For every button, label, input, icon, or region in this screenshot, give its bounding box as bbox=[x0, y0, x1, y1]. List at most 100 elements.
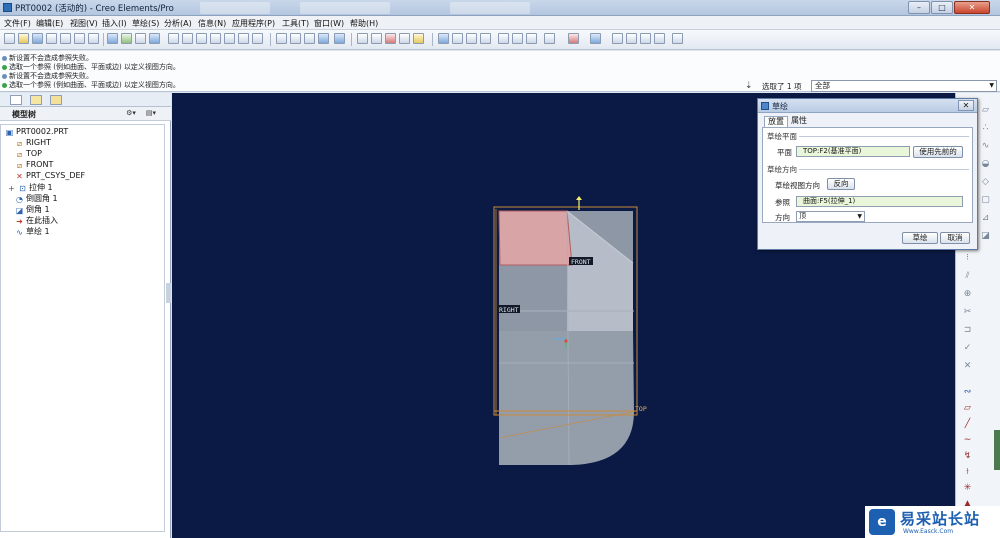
draft-tool-icon[interactable]: ⊿ bbox=[980, 213, 991, 224]
annotations-icon[interactable] bbox=[413, 33, 424, 44]
folder-browser-tab[interactable] bbox=[30, 95, 42, 105]
trim-tool-icon[interactable]: ✂ bbox=[962, 307, 973, 318]
tree-item-top[interactable]: ⧄ TOP bbox=[15, 149, 42, 160]
view-manager-icon[interactable] bbox=[252, 33, 263, 44]
filter-select[interactable]: 全部 ▼ bbox=[811, 80, 997, 92]
tree-item-part[interactable]: ▣ PRT0002.PRT bbox=[5, 127, 69, 138]
dimension-icon[interactable]: ⟊ bbox=[962, 467, 973, 478]
menu-analysis[interactable]: 分析(A) bbox=[164, 18, 192, 29]
reject-icon[interactable]: ✕ bbox=[962, 361, 973, 372]
menu-applications[interactable]: 应用程序(P) bbox=[232, 18, 275, 29]
menu-tools[interactable]: 工具(T) bbox=[282, 18, 309, 29]
help-icon[interactable] bbox=[590, 33, 601, 44]
reference-field[interactable]: 曲面:F5(拉伸_1) bbox=[796, 196, 963, 207]
sketch-tools-icon[interactable] bbox=[544, 33, 555, 44]
tree-item-csys[interactable]: ✕ PRT_CSYS_DEF bbox=[15, 171, 85, 182]
menu-file[interactable]: 文件(F) bbox=[4, 18, 31, 29]
blend-tool-icon[interactable]: ◇ bbox=[980, 177, 991, 188]
maximize-button[interactable]: □ bbox=[931, 1, 953, 14]
merge-tool-icon[interactable]: ⊕ bbox=[962, 289, 973, 300]
menu-sketch[interactable]: 草绘(S) bbox=[132, 18, 159, 29]
tree-item-round[interactable]: ◔ 倒圆角 1 bbox=[15, 193, 58, 204]
no-hidden-icon[interactable] bbox=[304, 33, 315, 44]
measure-icon[interactable] bbox=[526, 33, 537, 44]
tree-show-icon[interactable]: ▤▾ bbox=[144, 109, 158, 119]
redo-icon[interactable] bbox=[88, 33, 99, 44]
sketch-ok-button[interactable]: 草绘 bbox=[902, 232, 938, 244]
layers-icon[interactable] bbox=[238, 33, 249, 44]
enhanced-realism-icon[interactable] bbox=[334, 33, 345, 44]
toolbar-disabled-icon[interactable] bbox=[654, 33, 665, 44]
shell-tool-icon[interactable]: ▢ bbox=[980, 195, 991, 206]
hidden-line-icon[interactable] bbox=[290, 33, 301, 44]
shaded-icon[interactable] bbox=[318, 33, 329, 44]
curve-tool-icon[interactable]: ∿ bbox=[980, 141, 991, 152]
dialog-close-icon[interactable]: ✕ bbox=[958, 100, 974, 111]
tree-item-right[interactable]: ⧄ RIGHT bbox=[15, 138, 51, 149]
datum-axes-icon[interactable] bbox=[371, 33, 382, 44]
datum-planes-icon[interactable] bbox=[357, 33, 368, 44]
tree-item-front[interactable]: ⧄ FRONT bbox=[15, 160, 53, 171]
spin-center-icon[interactable] bbox=[438, 33, 449, 44]
tab-placement[interactable]: 放置 bbox=[764, 116, 788, 127]
tree-settings-icon[interactable]: ⚙▾ bbox=[124, 109, 138, 119]
tab-properties[interactable]: 属性 bbox=[788, 116, 810, 127]
regenerate-icon[interactable] bbox=[107, 33, 118, 44]
expand-plus-icon[interactable]: + bbox=[7, 184, 16, 193]
refit-icon[interactable] bbox=[196, 33, 207, 44]
toolbar-disabled-icon[interactable] bbox=[672, 33, 683, 44]
tree-item-sketch[interactable]: ∿ 草绘 1 bbox=[15, 226, 50, 237]
orient-icon[interactable] bbox=[466, 33, 477, 44]
menu-info[interactable]: 信息(N) bbox=[198, 18, 226, 29]
coordinate-systems-icon[interactable] bbox=[399, 33, 410, 44]
mirror-tool-icon[interactable]: ⫽ bbox=[962, 271, 973, 282]
flip-direction-button[interactable]: 反向 bbox=[827, 178, 855, 190]
minimize-button[interactable]: – bbox=[908, 1, 930, 14]
print-icon[interactable] bbox=[46, 33, 57, 44]
reorient-icon[interactable] bbox=[210, 33, 221, 44]
revolve-tool-icon[interactable]: ◒ bbox=[980, 159, 991, 170]
menu-edit[interactable]: 编辑(E) bbox=[36, 18, 63, 29]
menu-window[interactable]: 窗口(W) bbox=[314, 18, 344, 29]
circle-icon[interactable]: ↯ bbox=[962, 451, 973, 462]
shading-icon[interactable] bbox=[149, 33, 160, 44]
menu-help[interactable]: 帮助(H) bbox=[350, 18, 378, 29]
panel-splitter[interactable] bbox=[166, 283, 171, 303]
rectangle-icon[interactable]: ▱ bbox=[962, 403, 973, 414]
menu-insert[interactable]: 插入(I) bbox=[102, 18, 127, 29]
find-icon[interactable] bbox=[121, 33, 132, 44]
favorites-tab[interactable] bbox=[50, 95, 62, 105]
plane-field[interactable]: TOP:F2(基准平面) bbox=[796, 146, 910, 157]
select-box-icon[interactable] bbox=[135, 33, 146, 44]
open-file-icon[interactable] bbox=[18, 33, 29, 44]
toolbar-disabled-icon[interactable] bbox=[612, 33, 623, 44]
chamfer-tool-icon[interactable]: ◪ bbox=[980, 231, 991, 242]
wireframe-icon[interactable] bbox=[276, 33, 287, 44]
pan-icon[interactable] bbox=[480, 33, 491, 44]
close-button[interactable]: ✕ bbox=[954, 1, 990, 14]
save-icon[interactable] bbox=[32, 33, 43, 44]
zoom-in-icon[interactable] bbox=[168, 33, 179, 44]
perspective-icon[interactable] bbox=[512, 33, 523, 44]
zoom-out-icon[interactable] bbox=[182, 33, 193, 44]
datum-tool-icon[interactable]: ▱ bbox=[980, 105, 991, 116]
use-previous-button[interactable]: 使用先前的 bbox=[913, 146, 963, 158]
new-file-icon[interactable] bbox=[4, 33, 15, 44]
toolbar-disabled-icon[interactable] bbox=[626, 33, 637, 44]
sketch-cancel-button[interactable]: 取消 bbox=[940, 232, 970, 244]
tree-item-extrude[interactable]: + ⊡ 拉伸 1 bbox=[7, 182, 53, 193]
spline-icon[interactable]: ∾ bbox=[962, 387, 973, 398]
send-mail-icon[interactable] bbox=[60, 33, 71, 44]
menu-view[interactable]: 视图(V) bbox=[70, 18, 98, 29]
modify-icon[interactable]: ✳ bbox=[962, 483, 973, 494]
undo-icon[interactable] bbox=[74, 33, 85, 44]
accept-icon[interactable]: ✓ bbox=[962, 343, 973, 354]
arc-icon[interactable]: ∼ bbox=[962, 435, 973, 446]
datum-points-icon[interactable] bbox=[385, 33, 396, 44]
feature-tool-icon[interactable] bbox=[568, 33, 579, 44]
pattern-tool-icon[interactable]: ⁝ bbox=[962, 253, 973, 264]
point-tool-icon[interactable]: ∴ bbox=[980, 123, 991, 134]
smart-filter-icon[interactable]: ⇣ bbox=[745, 81, 755, 91]
orientation-select[interactable]: 顶 ▼ bbox=[796, 211, 865, 222]
model-tree-tab[interactable] bbox=[10, 95, 22, 105]
